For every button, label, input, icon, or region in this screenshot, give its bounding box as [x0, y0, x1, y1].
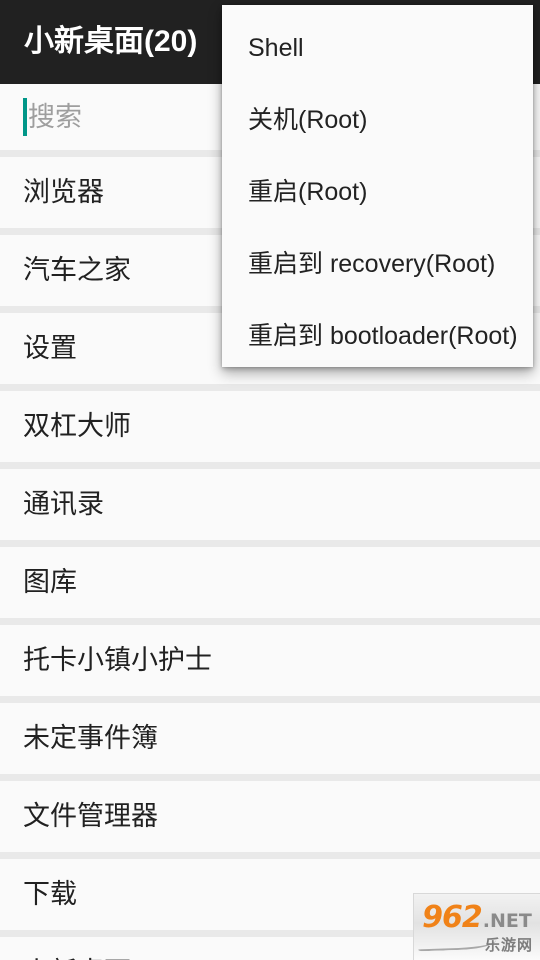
watermark-logo: 962 .NET 乐游网	[413, 893, 540, 960]
list-item-label: 设置	[23, 333, 77, 363]
watermark-wordmark: 962 .NET	[414, 903, 540, 933]
menu-item-shell[interactable]: Shell	[222, 12, 533, 84]
list-item[interactable]: 双杠大师	[0, 391, 540, 462]
list-item-label: 未定事件簿	[23, 723, 158, 753]
menu-item-label: 重启(Root)	[248, 177, 368, 206]
search-placeholder: 搜索	[28, 101, 82, 132]
list-item[interactable]: 未定事件簿	[0, 703, 540, 774]
overflow-popup-menu[interactable]: Shell 关机(Root) 重启(Root) 重启到 recovery(Roo…	[222, 5, 533, 367]
list-item[interactable]: 托卡小镇小护士	[0, 625, 540, 696]
menu-item-reboot-bootloader-root[interactable]: 重启到 bootloader(Root)	[222, 300, 533, 372]
list-item[interactable]: 图库	[0, 547, 540, 618]
list-divider	[0, 462, 540, 469]
list-divider	[0, 618, 540, 625]
list-item-label: 通讯录	[23, 489, 104, 519]
list-item[interactable]: 文件管理器	[0, 781, 540, 852]
list-item-label: 下载	[23, 879, 77, 909]
list-item-label: 图库	[23, 567, 77, 597]
list-divider	[0, 774, 540, 781]
list-item-label: 托卡小镇小护士	[23, 645, 212, 675]
menu-item-label: Shell	[248, 33, 304, 62]
menu-item-label: 重启到 recovery(Root)	[248, 249, 496, 278]
list-divider	[0, 384, 540, 391]
list-item[interactable]: 通讯录	[0, 469, 540, 540]
watermark-subtitle: 乐游网	[484, 937, 533, 954]
text-caret	[23, 98, 27, 136]
watermark-brand: 962	[422, 900, 483, 935]
list-divider	[0, 540, 540, 547]
menu-item-reboot-root[interactable]: 重启(Root)	[222, 156, 533, 228]
list-item-label: 双杠大师	[23, 411, 131, 441]
menu-item-label: 关机(Root)	[248, 105, 368, 134]
watermark-tld: .NET	[482, 910, 532, 932]
page-title: 小新桌面(20)	[24, 25, 198, 58]
menu-item-reboot-recovery-root[interactable]: 重启到 recovery(Root)	[222, 228, 533, 300]
list-item-label: 文件管理器	[23, 801, 158, 831]
list-item-label: 浏览器	[23, 177, 104, 207]
menu-item-shutdown-root[interactable]: 关机(Root)	[222, 84, 533, 156]
list-item-label: 汽车之家	[23, 255, 131, 285]
list-divider	[0, 852, 540, 859]
list-divider	[0, 696, 540, 703]
menu-item-label: 重启到 bootloader(Root)	[248, 321, 518, 350]
